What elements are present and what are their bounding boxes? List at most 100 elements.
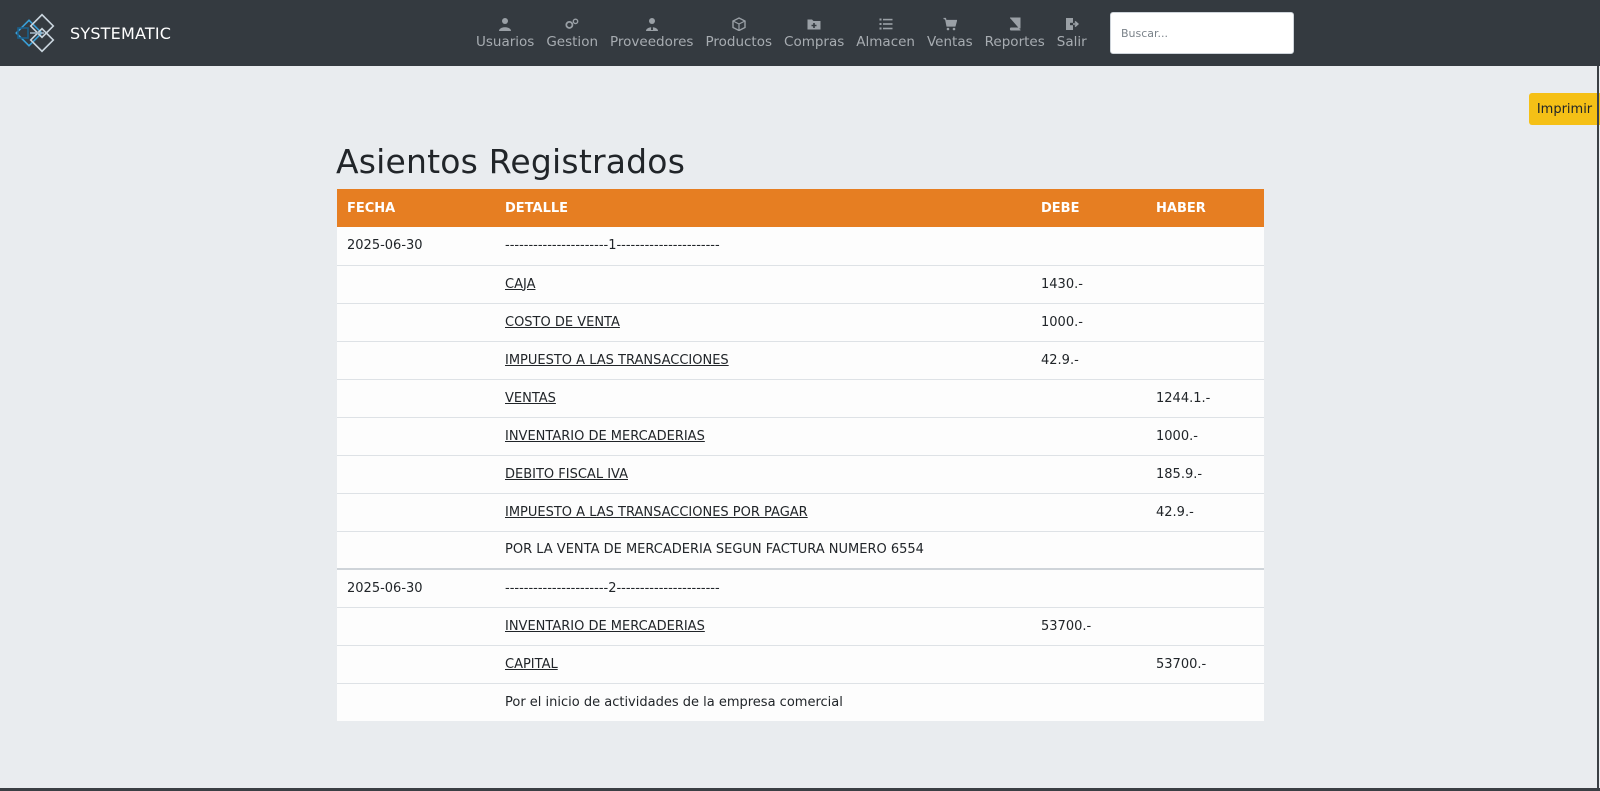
- nav-item-reportes[interactable]: Reportes: [979, 0, 1051, 66]
- nav-label: Ventas: [927, 33, 973, 50]
- date-cell: [337, 302, 495, 341]
- print-button[interactable]: Imprimir: [1529, 93, 1600, 125]
- debe-cell: [1031, 644, 1146, 683]
- date-cell: [337, 530, 495, 569]
- nav-item-gestion[interactable]: Gestion: [540, 0, 604, 66]
- date-cell: [337, 682, 495, 721]
- cart-icon: [943, 17, 957, 30]
- haber-cell: [1146, 302, 1264, 341]
- account-link[interactable]: INVENTARIO DE MERCADERIAS: [505, 429, 705, 444]
- entry-description-row: Por el inicio de actividades de la empre…: [337, 682, 1264, 721]
- account-cell: CAPITAL: [495, 644, 1031, 683]
- nav-label: Almacen: [856, 33, 915, 50]
- table-header-row: FECHA DETALLE DEBE HABER: [337, 189, 1264, 227]
- column-header-fecha[interactable]: FECHA: [337, 189, 495, 227]
- table-row: DEBITO FISCAL IVA 185.9.-: [337, 454, 1264, 493]
- account-cell: COSTO DE VENTA: [495, 302, 1031, 341]
- table-row: INVENTARIO DE MERCADERIAS 53700.-: [337, 606, 1264, 645]
- entry-date: 2025-06-30: [347, 238, 423, 254]
- date-cell: [337, 644, 495, 683]
- entry-number: ----------------------2-----------------…: [495, 568, 1031, 607]
- account-link[interactable]: DEBITO FISCAL IVA: [505, 467, 628, 482]
- nav-label: Proveedores: [610, 33, 694, 50]
- nav-item-salir[interactable]: Salir: [1051, 0, 1093, 66]
- date-cell: [337, 416, 495, 455]
- right-divider: [1597, 66, 1599, 791]
- haber-cell: [1146, 530, 1264, 569]
- table-row: CAPITAL 53700.-: [337, 644, 1264, 683]
- nav-item-compras[interactable]: Compras: [778, 0, 850, 66]
- nav-label: Usuarios: [476, 33, 535, 50]
- account-link[interactable]: INVENTARIO DE MERCADERIAS: [505, 619, 705, 634]
- brand[interactable]: SYSTEMATIC: [14, 12, 171, 54]
- column-header-detalle[interactable]: DETALLE: [495, 189, 1031, 227]
- nav-label: Salir: [1056, 33, 1087, 50]
- nav-item-usuarios[interactable]: Usuarios: [470, 0, 540, 66]
- haber-cell: [1146, 227, 1264, 265]
- debe-cell: [1031, 530, 1146, 569]
- account-link[interactable]: CAPITAL: [505, 657, 558, 672]
- haber-cell: [1146, 682, 1264, 721]
- account-link[interactable]: CAJA: [505, 277, 535, 292]
- debe-cell: [1031, 227, 1146, 265]
- entry-date: 2025-06-30: [337, 568, 495, 607]
- nav-label: Reportes: [984, 33, 1045, 50]
- entry-header-row: 2025-06-30 ----------------------1------…: [337, 227, 1264, 265]
- table-row: INVENTARIO DE MERCADERIAS 1000.-: [337, 416, 1264, 455]
- entry-number: ----------------------1-----------------…: [505, 238, 720, 254]
- table-row: VENTAS 1244.1.-: [337, 378, 1264, 417]
- nav-item-proveedores[interactable]: Proveedores: [604, 0, 699, 66]
- debe-cell: [1031, 416, 1146, 455]
- debe-cell: 1430.-: [1031, 264, 1146, 303]
- account-link[interactable]: VENTAS: [505, 391, 556, 406]
- entry-description: POR LA VENTA DE MERCADERIA SEGUN FACTURA…: [495, 530, 1031, 569]
- column-header-debe[interactable]: DEBE: [1031, 189, 1146, 227]
- page-title: Asientos Registrados: [336, 142, 686, 181]
- gears-icon: [565, 17, 579, 29]
- haber-cell: 185.9.-: [1146, 454, 1264, 493]
- entries-table: FECHA DETALLE DEBE HABER 2025-06-30 ----…: [337, 189, 1264, 721]
- date-cell: [337, 340, 495, 379]
- debe-cell: [1031, 378, 1146, 417]
- nav-item-almacen[interactable]: Almacen: [850, 0, 921, 66]
- column-header-haber[interactable]: HABER: [1146, 189, 1264, 227]
- user-icon: [499, 17, 512, 31]
- search-input[interactable]: [1110, 12, 1294, 54]
- nav-item-ventas[interactable]: Ventas: [921, 0, 979, 66]
- account-cell: CAJA: [495, 264, 1031, 303]
- main-nav: Usuarios Gestion Proveedores Productos C…: [470, 0, 1093, 66]
- table-row: CAJA 1430.-: [337, 264, 1264, 303]
- debe-cell: [1031, 682, 1146, 721]
- user-tie-icon: [645, 17, 658, 31]
- account-cell: INVENTARIO DE MERCADERIAS: [495, 416, 1031, 455]
- haber-cell: 42.9.-: [1146, 492, 1264, 531]
- box-icon: [732, 16, 746, 31]
- account-cell: VENTAS: [495, 378, 1031, 417]
- account-link[interactable]: COSTO DE VENTA: [505, 315, 620, 330]
- account-cell: IMPUESTO A LAS TRANSACCIONES: [495, 340, 1031, 379]
- systematic-logo-icon: [15, 13, 55, 53]
- account-cell: INVENTARIO DE MERCADERIAS: [495, 606, 1031, 645]
- entry-description-row: POR LA VENTA DE MERCADERIA SEGUN FACTURA…: [337, 530, 1264, 569]
- date-cell: [337, 492, 495, 531]
- table-row: IMPUESTO A LAS TRANSACCIONES 42.9.-: [337, 340, 1264, 379]
- nav-label: Compras: [784, 33, 845, 50]
- haber-cell: 1000.-: [1146, 416, 1264, 455]
- nav-item-productos[interactable]: Productos: [699, 0, 778, 66]
- list-icon: [879, 18, 893, 29]
- brand-name: SYSTEMATIC: [70, 23, 172, 43]
- sign-out-icon: [1065, 17, 1079, 30]
- haber-cell: [1146, 568, 1264, 607]
- date-cell: [337, 606, 495, 645]
- date-cell: [337, 378, 495, 417]
- table-row: COSTO DE VENTA 1000.-: [337, 302, 1264, 341]
- debe-cell: 1000.-: [1031, 302, 1146, 341]
- account-link[interactable]: IMPUESTO A LAS TRANSACCIONES POR PAGAR: [505, 505, 808, 520]
- table-row: IMPUESTO A LAS TRANSACCIONES POR PAGAR 4…: [337, 492, 1264, 531]
- debe-cell: [1031, 454, 1146, 493]
- top-navbar: SYSTEMATIC Usuarios Gestion Proveedores …: [0, 0, 1600, 66]
- haber-cell: 1244.1.-: [1146, 378, 1264, 417]
- account-link[interactable]: IMPUESTO A LAS TRANSACCIONES: [505, 353, 729, 368]
- nav-label: Gestion: [546, 33, 599, 50]
- entry-header-row: 2025-06-30 ----------------------2------…: [337, 568, 1264, 607]
